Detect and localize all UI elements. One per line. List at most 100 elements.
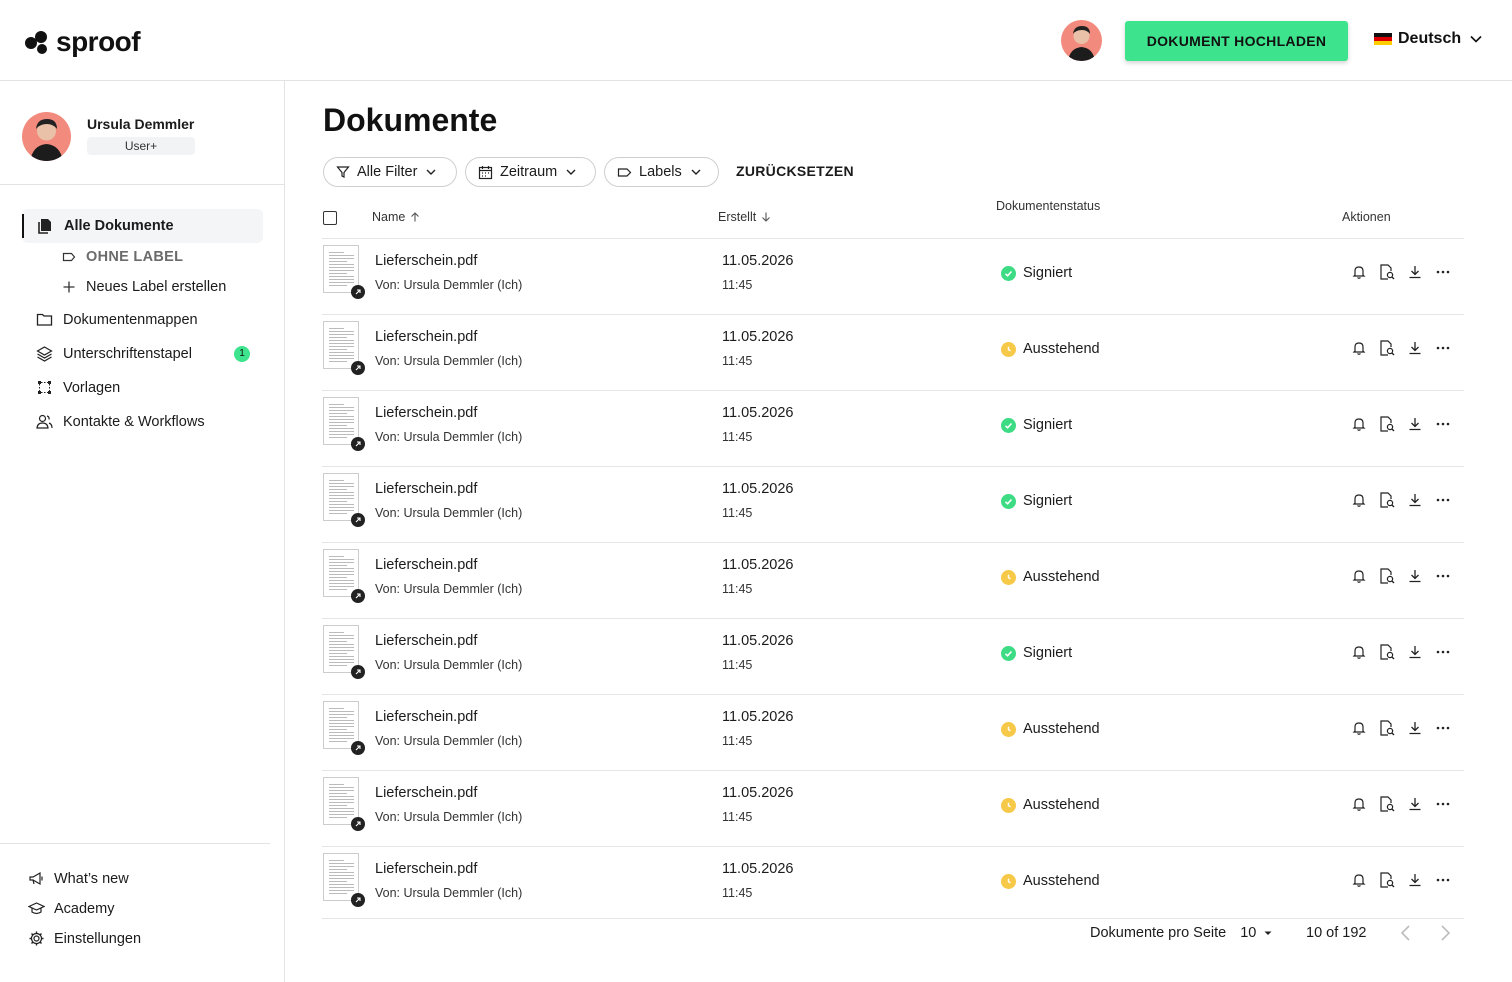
download-icon[interactable]	[1406, 719, 1424, 737]
bell-icon[interactable]	[1350, 795, 1368, 813]
sidebar-item-no-label[interactable]: OHNE LABEL	[62, 249, 183, 265]
open-link-icon[interactable]	[351, 361, 365, 375]
document-preview-icon[interactable]	[1378, 263, 1396, 281]
sidebar-item-all-documents[interactable]: Alle Dokumente	[22, 209, 263, 243]
bell-icon[interactable]	[1350, 491, 1368, 509]
sidebar-item-label: OHNE LABEL	[86, 249, 184, 265]
sidebar-item-folders[interactable]: Dokumentenmappen	[36, 311, 198, 328]
document-name[interactable]: Lieferschein.pdf	[375, 861, 477, 877]
more-options-icon[interactable]	[1434, 491, 1452, 509]
row-actions	[1350, 795, 1452, 813]
per-page-value: 10	[1240, 925, 1257, 941]
document-name[interactable]: Lieferschein.pdf	[375, 709, 477, 725]
document-preview-icon[interactable]	[1378, 719, 1396, 737]
all-filters-button[interactable]: Alle Filter	[323, 157, 457, 187]
open-link-icon[interactable]	[351, 741, 365, 755]
bell-icon[interactable]	[1350, 567, 1368, 585]
created-date: 11.05.2026	[722, 861, 794, 877]
table-row[interactable]: Lieferschein.pdf Von: Ursula Demmler (Ich…	[322, 618, 1464, 694]
upload-document-button[interactable]: DOKUMENT HOCHLADEN	[1125, 21, 1348, 61]
document-preview-icon[interactable]	[1378, 871, 1396, 889]
reset-filters-button[interactable]: ZURÜCKSETZEN	[736, 163, 854, 179]
table-row[interactable]: Lieferschein.pdf Von: Ursula Demmler (Ich…	[322, 390, 1464, 466]
sproof-logo[interactable]: sproof	[24, 26, 141, 58]
document-name[interactable]: Lieferschein.pdf	[375, 253, 477, 269]
document-name[interactable]: Lieferschein.pdf	[375, 329, 477, 345]
status-label: Signiert	[1023, 417, 1073, 433]
sidebar-item-settings[interactable]: Einstellungen	[28, 930, 141, 947]
more-options-icon[interactable]	[1434, 339, 1452, 357]
column-header-name[interactable]: Name	[372, 210, 421, 224]
table-row[interactable]: Lieferschein.pdf Von: Ursula Demmler (Ich…	[322, 314, 1464, 390]
more-options-icon[interactable]	[1434, 719, 1452, 737]
document-name[interactable]: Lieferschein.pdf	[375, 405, 477, 421]
document-preview-icon[interactable]	[1378, 491, 1396, 509]
document-name[interactable]: Lieferschein.pdf	[375, 785, 477, 801]
more-options-icon[interactable]	[1434, 795, 1452, 813]
download-icon[interactable]	[1406, 871, 1424, 889]
sidebar-item-templates[interactable]: Vorlagen	[36, 379, 120, 396]
download-icon[interactable]	[1406, 491, 1424, 509]
previous-page-button[interactable]	[1398, 924, 1414, 942]
language-selector[interactable]: Deutsch	[1374, 30, 1485, 48]
bell-icon[interactable]	[1350, 719, 1368, 737]
avatar[interactable]	[22, 112, 71, 161]
template-icon	[38, 381, 51, 394]
open-link-icon[interactable]	[351, 285, 365, 299]
bell-icon[interactable]	[1350, 339, 1368, 357]
open-link-icon[interactable]	[351, 817, 365, 831]
open-link-icon[interactable]	[351, 589, 365, 603]
open-link-icon[interactable]	[351, 513, 365, 527]
download-icon[interactable]	[1406, 339, 1424, 357]
open-link-icon[interactable]	[351, 893, 365, 907]
bell-icon[interactable]	[1350, 415, 1368, 433]
sidebar-item-signature-stack[interactable]: Unterschriftenstapel 1	[36, 345, 262, 362]
sidebar-item-label: Unterschriftenstapel	[63, 345, 192, 362]
more-options-icon[interactable]	[1434, 871, 1452, 889]
sidebar-item-contacts-workflows[interactable]: Kontakte & Workflows	[36, 413, 205, 430]
bell-icon[interactable]	[1350, 643, 1368, 661]
more-options-icon[interactable]	[1434, 643, 1452, 661]
document-preview-icon[interactable]	[1378, 643, 1396, 661]
sort-arrow-down-icon	[762, 212, 771, 222]
table-row[interactable]: Lieferschein.pdf Von: Ursula Demmler (Ich…	[322, 770, 1464, 846]
more-options-icon[interactable]	[1434, 567, 1452, 585]
table-row[interactable]: Lieferschein.pdf Von: Ursula Demmler (Ich…	[322, 542, 1464, 618]
table-row[interactable]: Lieferschein.pdf Von: Ursula Demmler (Ich…	[322, 694, 1464, 770]
more-options-icon[interactable]	[1434, 415, 1452, 433]
bell-icon[interactable]	[1350, 871, 1368, 889]
avatar[interactable]	[1061, 20, 1102, 61]
sidebar-item-new-label[interactable]: Neues Label erstellen	[62, 279, 226, 295]
check-circle-icon	[1001, 645, 1016, 661]
document-owner: Von: Ursula Demmler (Ich)	[375, 506, 523, 520]
next-page-button[interactable]	[1437, 924, 1453, 942]
download-icon[interactable]	[1406, 643, 1424, 661]
sidebar-item-whats-new[interactable]: What’s new	[28, 870, 129, 887]
column-header-created[interactable]: Erstellt	[718, 210, 772, 224]
labels-filter-button[interactable]: Labels	[604, 157, 719, 187]
document-name[interactable]: Lieferschein.pdf	[375, 633, 477, 649]
bell-icon[interactable]	[1350, 263, 1368, 281]
document-preview-icon[interactable]	[1378, 567, 1396, 585]
sidebar-item-academy[interactable]: Academy	[28, 900, 114, 917]
download-icon[interactable]	[1406, 415, 1424, 433]
download-icon[interactable]	[1406, 567, 1424, 585]
document-preview-icon[interactable]	[1378, 795, 1396, 813]
download-icon[interactable]	[1406, 263, 1424, 281]
table-row[interactable]: Lieferschein.pdf Von: Ursula Demmler (Ich…	[322, 238, 1464, 314]
open-link-icon[interactable]	[351, 665, 365, 679]
per-page-selector[interactable]: Dokumente pro Seite 10	[1090, 925, 1274, 941]
document-name[interactable]: Lieferschein.pdf	[375, 481, 477, 497]
check-circle-icon	[1001, 265, 1016, 281]
table-row[interactable]: Lieferschein.pdf Von: Ursula Demmler (Ich…	[322, 466, 1464, 542]
period-filter-button[interactable]: Zeitraum	[465, 157, 596, 187]
document-preview-icon[interactable]	[1378, 339, 1396, 357]
table-row[interactable]: Lieferschein.pdf Von: Ursula Demmler (Ich…	[322, 846, 1464, 922]
document-name[interactable]: Lieferschein.pdf	[375, 557, 477, 573]
select-all-checkbox[interactable]	[323, 211, 337, 225]
document-preview-icon[interactable]	[1378, 415, 1396, 433]
row-actions	[1350, 263, 1452, 281]
open-link-icon[interactable]	[351, 437, 365, 451]
download-icon[interactable]	[1406, 795, 1424, 813]
more-options-icon[interactable]	[1434, 263, 1452, 281]
